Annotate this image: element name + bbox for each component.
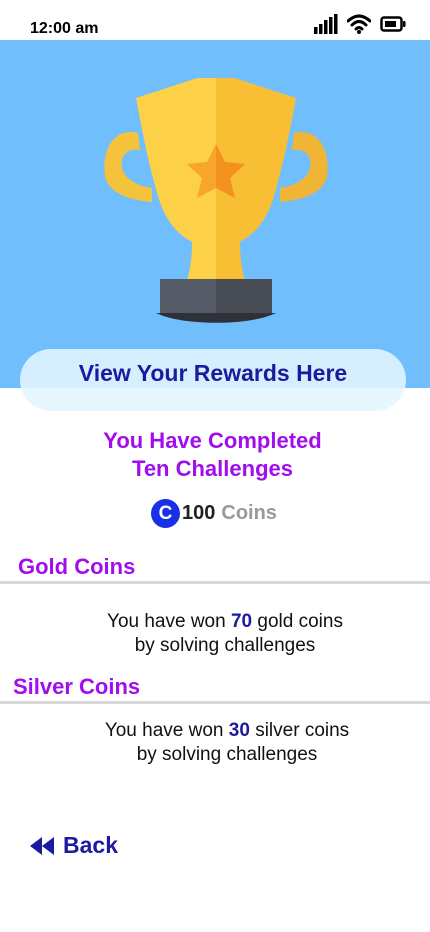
completed-title-line1: You Have Completed <box>103 428 322 453</box>
coin-unit: Coins <box>221 502 277 524</box>
hero-banner <box>0 40 430 388</box>
gold-amount: 70 <box>230 611 253 632</box>
coins-summary: C 100 Coins <box>151 499 277 528</box>
status-time: 12:00 am <box>30 20 99 37</box>
gold-coins-title: Gold Coins <box>18 554 136 579</box>
silver-divider <box>0 701 430 704</box>
gold-divider <box>0 581 430 584</box>
wifi-icon <box>347 14 371 34</box>
status-bar: 12:00 am <box>0 0 430 40</box>
silver-text-suffix: silver coins <box>255 720 350 741</box>
coin-amount: 100 <box>182 502 216 524</box>
coin-icon: C <box>151 499 180 528</box>
gold-coins-text: You have won 70 gold coins by solving ch… <box>0 610 430 658</box>
back-label: Back <box>63 832 118 858</box>
view-rewards-label: View Your Rewards Here <box>78 360 348 386</box>
status-icons <box>314 14 406 34</box>
silver-coins-text: You have won 30 silver coins by solving … <box>2 719 430 767</box>
back-button[interactable]: Back <box>29 832 118 859</box>
rewind-icon <box>30 836 54 855</box>
trophy-icon <box>104 78 328 323</box>
completed-title-line2: Ten Challenges <box>132 456 293 481</box>
gold-text-suffix: gold coins <box>257 611 343 632</box>
battery-icon <box>380 16 406 32</box>
silver-coins-title: Silver Coins <box>13 674 141 699</box>
gold-text-line2: by solving challenges <box>134 635 316 656</box>
silver-text-line2: by solving challenges <box>136 744 318 765</box>
signal-icon <box>314 14 338 34</box>
silver-amount: 30 <box>228 720 250 741</box>
view-rewards-button[interactable]: View Your Rewards Here <box>20 349 406 411</box>
gold-text-prefix: You have won <box>107 611 226 632</box>
silver-text-prefix: You have won <box>104 720 224 741</box>
completed-title: You Have Completed Ten Challenges <box>0 427 425 483</box>
